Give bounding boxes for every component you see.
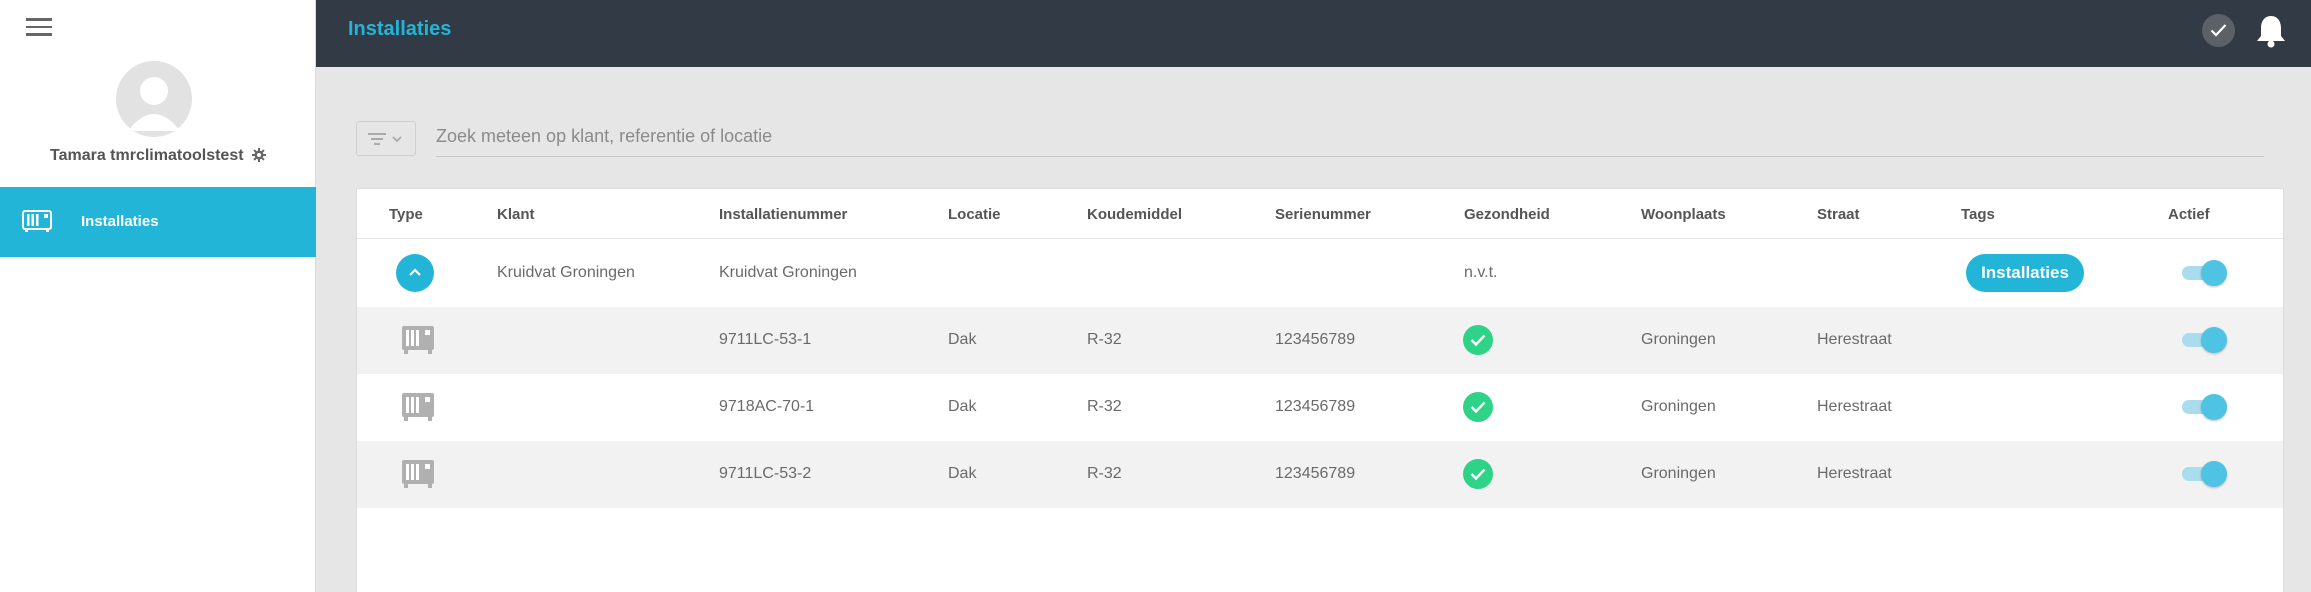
ac-unit-icon	[401, 392, 435, 427]
cell-woonplaats: Groningen	[1641, 331, 1716, 348]
table-header: Type Klant Installatienummer Locatie Kou…	[357, 189, 2283, 239]
cell-koudemiddel: R-32	[1087, 331, 1122, 348]
col-actief[interactable]: Actief	[2168, 206, 2210, 223]
collapse-button[interactable]	[396, 254, 434, 292]
col-installatienummer[interactable]: Installatienummer	[719, 206, 847, 223]
col-tags[interactable]: Tags	[1961, 206, 1995, 223]
cell-locatie: Dak	[948, 465, 977, 482]
table-row[interactable]: 9711LC-53-2 Dak R-32 123456789 Groningen…	[357, 441, 2283, 508]
cell-gezondheid: n.v.t.	[1464, 264, 1498, 281]
tag-badge[interactable]: Installaties	[1966, 254, 2084, 292]
table-row[interactable]: 9718AC-70-1 Dak R-32 123456789 Groningen…	[357, 374, 2283, 441]
chevron-up-icon	[409, 268, 421, 276]
search-input[interactable]	[436, 117, 2264, 157]
sidebar: Tamara tmrclimatoolstest Installaties	[0, 0, 316, 592]
menu-icon[interactable]	[26, 17, 52, 37]
cell-straat: Herestraat	[1817, 398, 1892, 415]
cell-koudemiddel: R-32	[1087, 398, 1122, 415]
health-ok-icon	[1463, 392, 1493, 422]
col-serienummer[interactable]: Serienummer	[1275, 206, 1371, 223]
sidebar-item-installaties[interactable]: Installaties	[0, 187, 316, 257]
cell-woonplaats: Groningen	[1641, 398, 1716, 415]
col-type[interactable]: Type	[389, 206, 423, 223]
cell-installatienummer: Kruidvat Groningen	[719, 264, 857, 281]
table-group-row[interactable]: Kruidvat Groningen Kruidvat Groningen n.…	[357, 240, 2283, 307]
top-bar: Installaties	[316, 0, 2311, 67]
avatar	[116, 61, 192, 137]
cell-installatienummer: 9718AC-70-1	[719, 398, 815, 415]
health-ok-icon	[1463, 459, 1493, 489]
col-klant[interactable]: Klant	[497, 206, 535, 223]
cell-straat: Herestraat	[1817, 331, 1892, 348]
col-straat[interactable]: Straat	[1817, 206, 1860, 223]
cell-klant: Kruidvat Groningen	[497, 264, 635, 281]
actief-toggle[interactable]	[2182, 461, 2227, 487]
user-name: Tamara tmrclimatoolstest	[50, 147, 244, 164]
cell-installatienummer: 9711LC-53-1	[719, 331, 812, 348]
installations-table: Type Klant Installatienummer Locatie Kou…	[356, 188, 2284, 592]
cell-installatienummer: 9711LC-53-2	[719, 465, 812, 482]
user-name-row: Tamara tmrclimatoolstest	[0, 147, 316, 167]
cell-serienummer: 123456789	[1275, 465, 1356, 482]
actief-toggle[interactable]	[2182, 327, 2227, 353]
cell-woonplaats: Groningen	[1641, 465, 1716, 482]
col-locatie[interactable]: Locatie	[948, 206, 1001, 223]
table-row[interactable]: 9711LC-53-1 Dak R-32 123456789 Groningen…	[357, 307, 2283, 374]
sidebar-item-label: Installaties	[81, 213, 159, 230]
bell-icon[interactable]	[2256, 14, 2286, 53]
ac-unit-icon	[22, 210, 52, 237]
gear-icon[interactable]	[252, 148, 266, 167]
filter-button[interactable]	[356, 121, 416, 156]
col-koudemiddel[interactable]: Koudemiddel	[1087, 206, 1182, 223]
ac-unit-icon	[401, 325, 435, 360]
page-title: Installaties	[348, 18, 452, 40]
cell-koudemiddel: R-32	[1087, 465, 1122, 482]
ac-unit-icon	[401, 459, 435, 494]
cell-serienummer: 123456789	[1275, 398, 1356, 415]
col-woonplaats[interactable]: Woonplaats	[1641, 206, 1726, 223]
check-button[interactable]	[2202, 14, 2235, 47]
cell-locatie: Dak	[948, 331, 977, 348]
col-gezondheid[interactable]: Gezondheid	[1464, 206, 1550, 223]
health-ok-icon	[1463, 325, 1493, 355]
cell-straat: Herestraat	[1817, 465, 1892, 482]
actief-toggle[interactable]	[2182, 260, 2227, 286]
cell-locatie: Dak	[948, 398, 977, 415]
actief-toggle[interactable]	[2182, 394, 2227, 420]
filter-icon	[368, 133, 386, 145]
cell-serienummer: 123456789	[1275, 331, 1356, 348]
